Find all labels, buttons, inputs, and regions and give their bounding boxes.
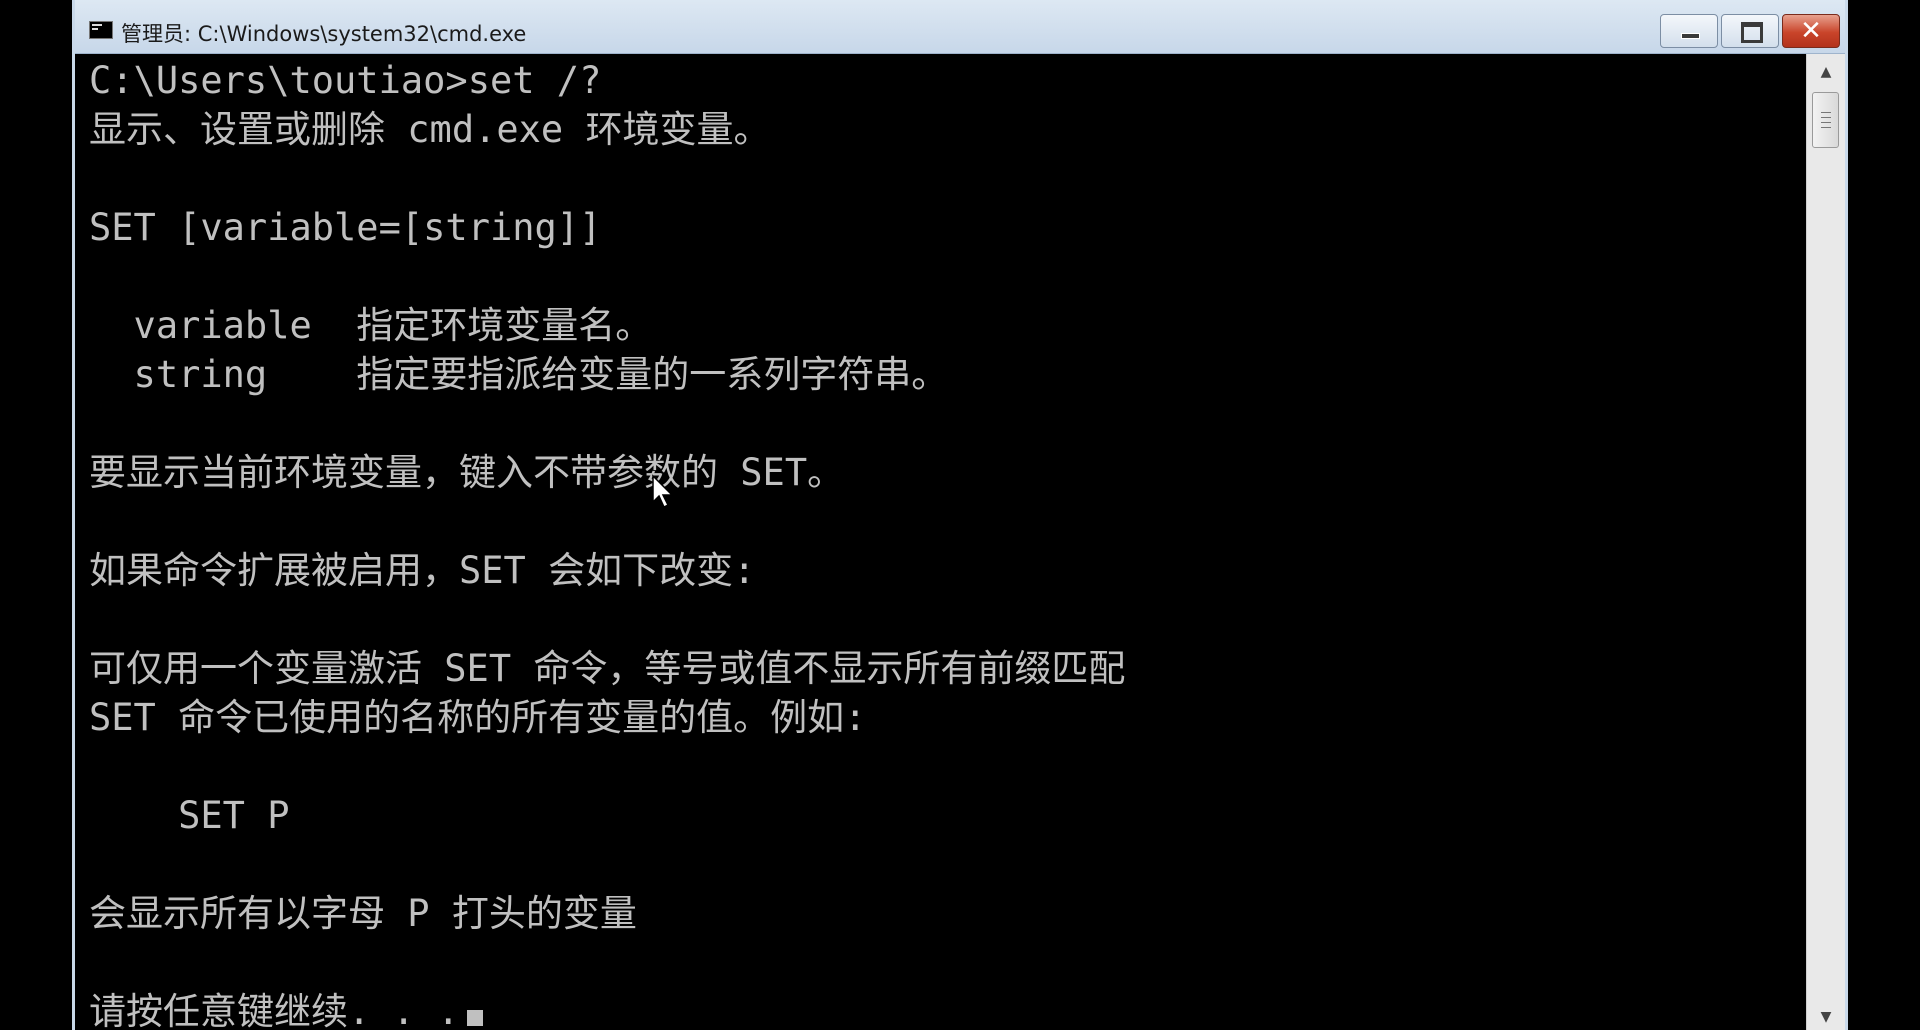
grip-line	[1821, 112, 1831, 113]
console-line: C:\Users\toutiao>set /?	[89, 59, 602, 102]
window-title: 管理员: C:\Windows\system32\cmd.exe	[121, 22, 527, 46]
maximize-icon	[1741, 22, 1763, 43]
text-cursor	[467, 1010, 484, 1026]
console-line: SET 命令已使用的名称的所有变量的值。例如:	[89, 696, 867, 739]
cmd-window: 管理员: C:\Windows\system32\cmd.exe ✕ C:\Us…	[72, 0, 1848, 1030]
console-line: 显示、设置或删除 cmd.exe 环境变量。	[89, 108, 771, 151]
minimize-icon	[1681, 33, 1700, 39]
console-line: string 指定要指派给变量的一系列字符串。	[89, 353, 949, 396]
grip-line	[1821, 122, 1831, 123]
console-line: 要显示当前环境变量，键入不带参数的 SET。	[89, 451, 845, 494]
minimize-button[interactable]	[1660, 14, 1718, 48]
cmd-app-icon[interactable]	[89, 21, 113, 39]
scroll-thumb[interactable]	[1812, 92, 1839, 148]
console-line: 可仅用一个变量激活 SET 命令，等号或值不显示所有前缀匹配	[89, 647, 1126, 690]
console-prompt-line: 请按任意键继续. . .	[89, 987, 484, 1030]
console-line: 如果命令扩展被启用，SET 会如下改变:	[89, 549, 756, 592]
console-line: 请按任意键继续. . .	[89, 990, 460, 1030]
console-line: 会显示所有以字母 P 打头的变量	[89, 892, 637, 935]
maximize-button[interactable]	[1721, 14, 1779, 48]
console-line: SET [variable=[string]]	[89, 206, 602, 249]
scroll-up-arrow-icon[interactable]: ▲	[1807, 54, 1845, 90]
grip-line	[1821, 127, 1831, 128]
console-output[interactable]: C:\Users\toutiao>set /? 显示、设置或删除 cmd.exe…	[75, 54, 1807, 1030]
console-line: variable 指定环境变量名。	[89, 304, 653, 347]
close-button[interactable]: ✕	[1782, 14, 1840, 48]
console-line: SET P	[89, 794, 290, 837]
vertical-scrollbar[interactable]: ▲ ▼	[1806, 54, 1845, 1030]
grip-line	[1821, 117, 1831, 118]
title-bar[interactable]: 管理员: C:\Windows\system32\cmd.exe ✕	[75, 0, 1845, 54]
scroll-down-arrow-icon[interactable]: ▼	[1807, 1004, 1845, 1030]
close-icon: ✕	[1800, 16, 1822, 46]
mouse-pointer-icon	[652, 474, 674, 509]
